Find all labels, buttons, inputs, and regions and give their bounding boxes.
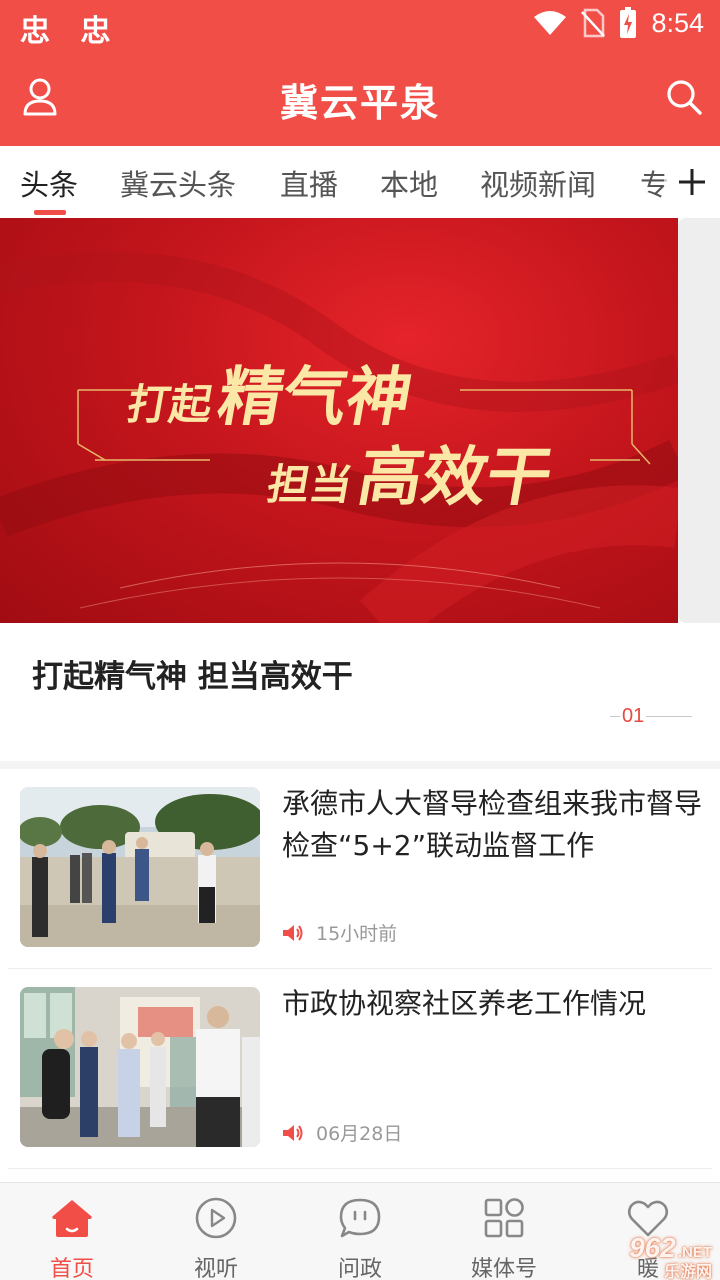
news-thumbnail xyxy=(20,787,260,947)
banner-carousel[interactable]: 打起精气神 担当高效干 xyxy=(0,218,678,623)
banner-line2-large: 高效干 xyxy=(352,441,558,515)
status-bar: 忠 忠 8:54 xyxy=(0,0,720,50)
news-title: 市政协视察社区养老工作情况 xyxy=(282,987,647,1020)
news-time: 15小时前 xyxy=(316,923,398,945)
home-icon xyxy=(52,1200,92,1237)
news-title: 承德市人大督导检查组来我市督导检查“5+2”联动监督工作 xyxy=(282,787,703,862)
nav-audio-video[interactable]: 视听 xyxy=(144,1183,288,1280)
tab-local[interactable]: 本地 xyxy=(380,162,438,204)
section-divider xyxy=(0,761,720,769)
wifi-icon xyxy=(534,11,567,35)
news-thumbnail xyxy=(20,987,260,1147)
no-sim-icon xyxy=(581,8,606,38)
banner-page-indicator: 01 xyxy=(610,705,693,728)
nav-audio-video-label: 视听 xyxy=(193,1257,238,1280)
banner-line1-small: 打起 xyxy=(123,380,217,429)
news-meta: 06月28日 xyxy=(282,1119,402,1146)
clock: 8:54 xyxy=(651,7,704,38)
news-item[interactable]: 承德市人大督导检查组来我市督导检查“5+2”联动监督工作 15小时前 xyxy=(0,769,720,969)
tab-headlines[interactable]: 头条 xyxy=(20,162,78,204)
tab-jiyun-headlines[interactable]: 冀云头条 xyxy=(120,162,236,204)
banner-next-slide[interactable] xyxy=(678,218,720,623)
tab-live[interactable]: 直播 xyxy=(280,162,338,204)
nav-inquiry-label: 问政 xyxy=(337,1257,382,1280)
banner-caption-area: 打起精气神 担当高效干 01 xyxy=(0,623,720,767)
battery-charging-icon xyxy=(620,7,637,38)
add-channel-button[interactable] xyxy=(664,146,720,218)
banner-line2-small: 担当 xyxy=(263,460,357,509)
banner-index-number: 01 xyxy=(622,705,645,727)
nav-inquiry[interactable]: 问政 xyxy=(288,1183,432,1280)
nav-media-accounts-label: 媒体号 xyxy=(470,1257,537,1280)
chat-icon xyxy=(339,1198,381,1238)
banner-caption[interactable]: 打起精气神 担当高效干 xyxy=(32,651,353,696)
active-tab-indicator xyxy=(34,210,66,215)
news-item[interactable]: 市政协视察社区养老工作情况 06月28日 xyxy=(0,969,720,1169)
tab-video-news[interactable]: 视频新闻 xyxy=(480,162,596,204)
bottom-navigation: 首页 视听 问政 媒体号 暖 xyxy=(0,1182,720,1280)
app-title: 冀云平泉 xyxy=(279,81,440,125)
watermark-logo: 962 .NET 乐游网 xyxy=(629,1232,712,1280)
speaker-icon[interactable] xyxy=(282,1123,304,1143)
banner-headline-line1: 打起精气神 xyxy=(122,346,420,438)
news-meta: 15小时前 xyxy=(282,919,397,946)
grid-icon xyxy=(484,1198,524,1238)
speaker-icon[interactable] xyxy=(282,923,304,943)
nav-home-label: 首页 xyxy=(49,1257,94,1280)
nav-media-accounts[interactable]: 媒体号 xyxy=(432,1183,576,1280)
search-button[interactable] xyxy=(664,76,704,118)
search-icon xyxy=(667,80,702,115)
plus-icon xyxy=(679,169,705,195)
news-time: 06月28日 xyxy=(316,1123,403,1145)
news-photo-inspection xyxy=(20,787,260,947)
banner-headline-line2: 担当高效干 xyxy=(262,426,560,518)
nav-home[interactable]: 首页 xyxy=(0,1183,144,1280)
channel-tabs: 头条 冀云头条 直播 本地 视频新闻 专 xyxy=(0,146,720,218)
notification-icons: 忠 忠 xyxy=(20,14,121,49)
banner-line1-large: 精气神 xyxy=(212,361,418,435)
play-icon xyxy=(195,1197,237,1239)
app-header: 冀云平泉 xyxy=(0,50,720,146)
news-photo-community xyxy=(20,987,260,1147)
